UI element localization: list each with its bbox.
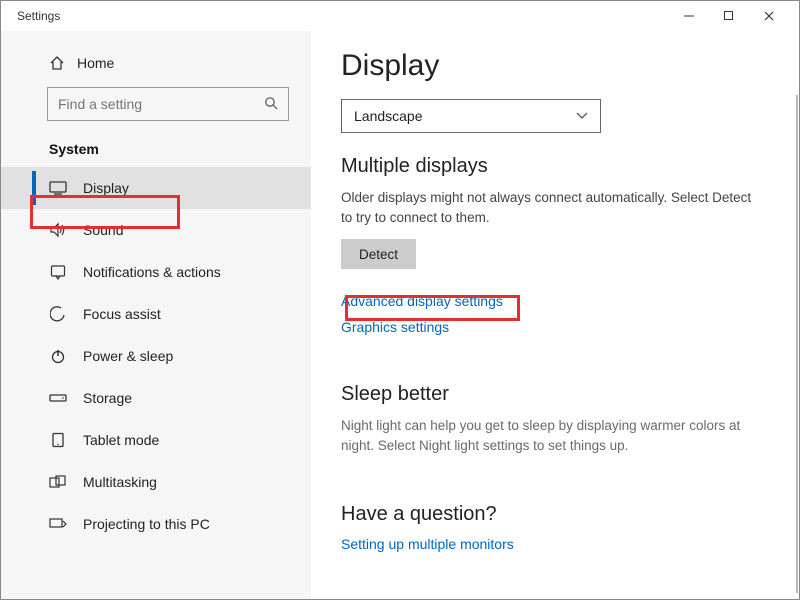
sidebar-item-label: Power & sleep [83, 348, 173, 364]
sidebar-item-focus-assist[interactable]: Focus assist [1, 293, 311, 335]
sidebar-item-label: Tablet mode [83, 432, 159, 448]
question-link[interactable]: Setting up multiple monitors [341, 536, 771, 552]
titlebar: Settings [1, 1, 799, 31]
advanced-display-settings-link[interactable]: Advanced display settings [341, 293, 771, 309]
sidebar-nav: Display Sound Notifications & actions [1, 167, 311, 545]
focus-icon [49, 306, 67, 322]
sleep-better-desc: Night light can help you get to sleep by… [341, 416, 761, 455]
close-button[interactable] [763, 10, 785, 22]
multitasking-icon [49, 475, 67, 489]
sidebar-item-projecting[interactable]: Projecting to this PC [1, 503, 311, 545]
settings-window: Settings Home [0, 0, 800, 600]
orientation-value: Landscape [354, 108, 423, 124]
sidebar: Home System Display [1, 31, 311, 599]
sidebar-item-label: Sound [83, 222, 123, 238]
power-icon [49, 348, 67, 364]
home-label: Home [77, 55, 114, 71]
sidebar-item-label: Projecting to this PC [83, 516, 210, 532]
sidebar-item-power-sleep[interactable]: Power & sleep [1, 335, 311, 377]
sidebar-item-label: Multitasking [83, 474, 157, 490]
search-box[interactable] [47, 87, 289, 121]
sidebar-item-label: Focus assist [83, 306, 161, 322]
question-section: Have a question? Setting up multiple mon… [341, 503, 771, 552]
detect-button[interactable]: Detect [341, 239, 416, 269]
scrollbar[interactable] [796, 95, 798, 593]
category-label: System [1, 135, 311, 167]
sound-icon [49, 222, 67, 238]
sidebar-item-label: Notifications & actions [83, 264, 221, 280]
question-heading: Have a question? [341, 503, 771, 526]
sidebar-item-multitasking[interactable]: Multitasking [1, 461, 311, 503]
project-icon [49, 517, 67, 531]
window-controls [683, 10, 791, 22]
search-icon [264, 96, 278, 110]
sidebar-item-storage[interactable]: Storage [1, 377, 311, 419]
multiple-displays-desc: Older displays might not always connect … [341, 188, 761, 227]
sidebar-item-label: Display [83, 180, 129, 196]
orientation-select[interactable]: Landscape [341, 99, 601, 133]
page-title: Display [341, 49, 771, 83]
display-icon [49, 181, 67, 195]
sidebar-item-tablet-mode[interactable]: Tablet mode [1, 419, 311, 461]
sleep-better-heading: Sleep better [341, 383, 771, 406]
home-icon [49, 55, 65, 71]
storage-icon [49, 392, 67, 404]
window-title: Settings [17, 9, 60, 23]
window-body: Home System Display [1, 31, 799, 599]
sidebar-item-display[interactable]: Display [1, 167, 311, 209]
graphics-settings-link[interactable]: Graphics settings [341, 319, 771, 335]
home-link[interactable]: Home [1, 49, 311, 83]
main-panel: Display Landscape Multiple displays Olde… [311, 31, 799, 599]
maximize-button[interactable] [723, 10, 745, 22]
sidebar-item-label: Storage [83, 390, 132, 406]
minimize-button[interactable] [683, 10, 705, 22]
sidebar-item-notifications[interactable]: Notifications & actions [1, 251, 311, 293]
notifications-icon [49, 264, 67, 280]
sidebar-item-sound[interactable]: Sound [1, 209, 311, 251]
multiple-displays-heading: Multiple displays [341, 155, 771, 178]
tablet-icon [49, 432, 67, 448]
chevron-down-icon [576, 112, 588, 120]
search-input[interactable] [58, 96, 278, 112]
